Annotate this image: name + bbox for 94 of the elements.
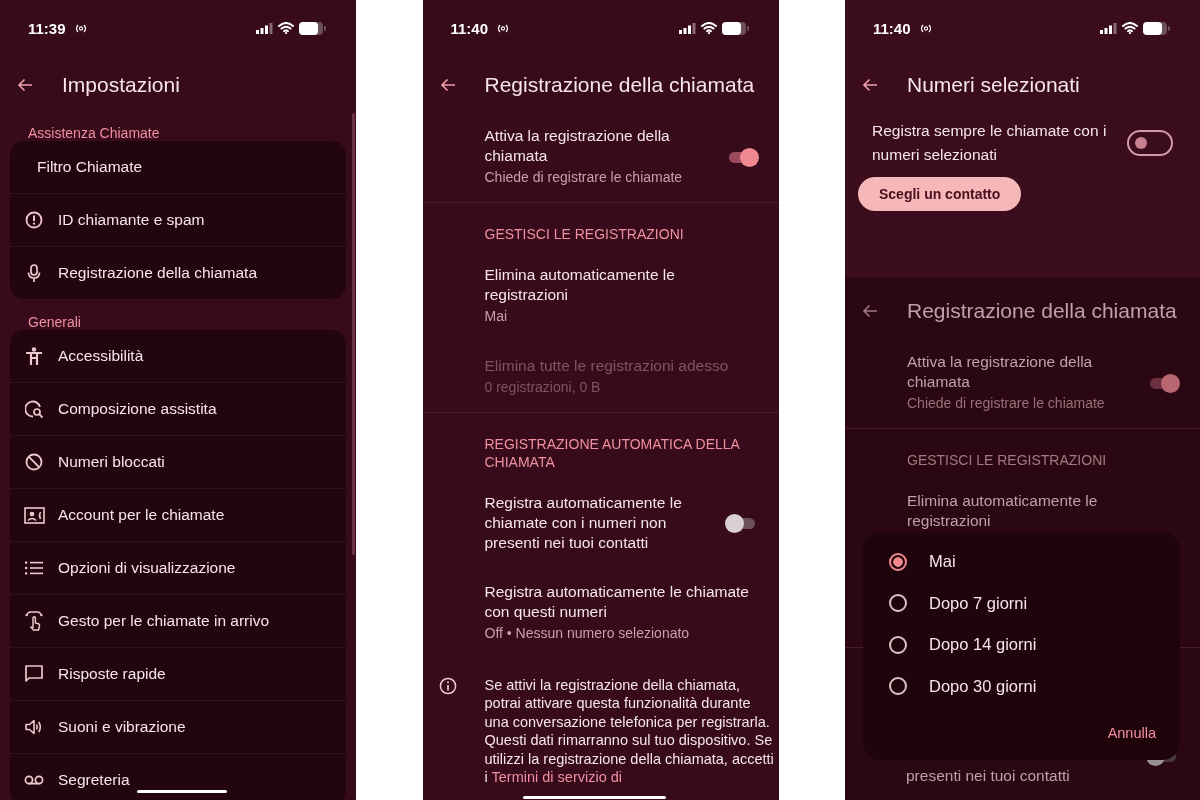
section-header: GESTISCI LE REGISTRAZIONI — [907, 451, 1108, 469]
screen-title: Registrazione della chiamata — [907, 299, 1177, 323]
option-label: Mai — [929, 552, 956, 572]
setting-subtitle: Chiede di registrare le chiamate — [907, 394, 1106, 413]
scrollbar[interactable] — [352, 113, 355, 555]
terms-link[interactable]: Termini di servizio di — [491, 769, 623, 786]
wifi-icon — [1122, 22, 1138, 34]
radio-button[interactable] — [889, 635, 907, 654]
voicemail-icon — [24, 775, 44, 785]
settings-item-label: Risposte rapide — [58, 665, 166, 683]
signal-icon — [678, 22, 696, 34]
radio-button[interactable] — [889, 677, 907, 696]
setting-subtitle: Off • Nessun numero selezionato — [484, 624, 691, 643]
battery-icon — [1143, 21, 1170, 35]
radio-option[interactable]: Dopo 14 giorni — [863, 624, 1180, 666]
toggle-switch[interactable] — [1127, 130, 1173, 156]
settings-item[interactable]: Composizione assistita — [10, 382, 346, 435]
battery-icon — [299, 21, 326, 35]
settings-item-label: ID chiamante e spam — [58, 211, 205, 229]
setting-title[interactable]: Registra automaticamente le chiamate con questi numeri — [484, 582, 761, 622]
setting-title[interactable]: Attiva la registrazione della chiamata — [484, 126, 713, 166]
wifi-icon — [700, 22, 717, 34]
settings-item-label: Suoni e vibrazione — [58, 718, 186, 736]
option-label: Dopo 30 giorni — [929, 676, 1037, 696]
broadcast-icon — [74, 23, 87, 33]
status-time: 11:40 — [450, 19, 489, 37]
settings-item[interactable]: Gesto per le chiamate in arrivo — [10, 594, 346, 647]
cancel-button[interactable]: Annulla — [1103, 721, 1160, 745]
settings-item[interactable]: Registrazione della chiamata — [10, 246, 346, 299]
setting-title[interactable]: Attiva la registrazione della chiamata — [907, 352, 1134, 392]
globe-search-icon — [24, 399, 44, 419]
list-icon — [25, 561, 43, 575]
settings-item[interactable]: ID chiamante e spam — [10, 193, 346, 246]
setting-subtitle: Chiede di registrare le chiamate — [484, 168, 684, 187]
back-arrow-icon[interactable] — [862, 304, 878, 318]
settings-item[interactable]: Opzioni di visualizzazione — [10, 541, 346, 594]
battery-icon — [721, 21, 749, 35]
signal-icon — [256, 22, 273, 34]
group-header: Assistenza Chiamate — [27, 124, 161, 141]
radio-option[interactable]: Dopo 30 giorni — [863, 665, 1180, 707]
option-label: Dopo 7 giorni — [929, 593, 1028, 613]
signal-icon — [1100, 22, 1117, 34]
settings-item-label: Opzioni di visualizzazione — [58, 559, 236, 577]
accessibility-icon — [25, 346, 43, 366]
radio-option[interactable]: Dopo 7 giorni — [863, 582, 1180, 624]
status-time: 11:40 — [873, 19, 911, 37]
setting-subtitle: 0 registrazioni, 0 B — [484, 378, 602, 397]
back-arrow-icon[interactable] — [17, 78, 33, 92]
radio-button[interactable] — [889, 594, 907, 613]
screen-title: Numeri selezionati — [907, 73, 1080, 97]
radio-option[interactable]: Mai — [863, 541, 1180, 583]
section-header: GESTISCI LE REGISTRAZIONI — [484, 225, 685, 243]
contact-card-icon — [23, 506, 45, 524]
settings-item[interactable]: Accessibilità — [10, 330, 346, 382]
microphone-icon — [27, 263, 41, 283]
touch-gesture-icon — [25, 611, 43, 631]
setting-title: presenti nei tuoi contatti — [906, 766, 1071, 786]
settings-item-label: Account per le chiamate — [58, 506, 225, 524]
setting-title[interactable]: Elimina automaticamente le registrazioni — [907, 491, 1182, 531]
settings-item[interactable]: Filtro Chiamate — [10, 141, 346, 193]
screen-title: Impostazioni — [62, 73, 180, 97]
settings-item-label: Gesto per le chiamate in arrivo — [58, 612, 270, 630]
back-arrow-icon[interactable] — [439, 78, 456, 92]
setting-title[interactable]: Registra automaticamente le chiamate con i numeri non presenti nei tuoi contatti — [484, 493, 713, 553]
settings-item-label: Filtro Chiamate — [37, 158, 143, 176]
setting-title: Registra sempre le chiamate con i numeri selezionati — [872, 121, 1108, 165]
setting-subtitle: Mai — [484, 307, 509, 326]
back-arrow-icon[interactable] — [862, 78, 878, 92]
block-icon — [25, 453, 43, 471]
info-text: Se attivi la registrazione della chiamata, potrai attivare questa funzionalità durante una conversazione telefonica per registrarla. Questi dati rimarranno sul tuo dispositivo. Se utilizzi la registrazione della chiamata, accetti i Termini di servizio di — [484, 676, 775, 787]
wifi-icon — [278, 22, 294, 34]
broadcast-icon — [497, 23, 510, 33]
settings-item-label: Numeri bloccati — [58, 453, 165, 471]
settings-item-label: Accessibilità — [58, 347, 144, 365]
broadcast-icon — [919, 23, 932, 33]
settings-item-label: Segreteria — [58, 771, 130, 789]
settings-item-label: Registrazione della chiamata — [58, 264, 258, 282]
settings-item-label: Composizione assistita — [58, 400, 217, 418]
status-time: 11:39 — [28, 19, 66, 37]
settings-item[interactable]: Suoni e vibrazione — [10, 700, 346, 753]
alert-icon — [25, 211, 43, 229]
screen-title: Registrazione della chiamata — [484, 73, 755, 97]
info-icon — [438, 677, 457, 695]
option-label: Dopo 14 giorni — [929, 635, 1037, 655]
group-header: Generali — [27, 313, 82, 330]
settings-item[interactable]: Account per le chiamate — [10, 488, 346, 541]
section-header: REGISTRAZIONE AUTOMATICA DELLA CHIAMATA — [484, 435, 741, 471]
choose-contact-button[interactable]: Scegli un contatto — [858, 177, 1022, 211]
volume-icon — [25, 719, 43, 735]
radio-button[interactable] — [889, 552, 907, 571]
message-icon — [25, 665, 43, 683]
setting-title[interactable]: Elimina automaticamente le registrazioni — [484, 265, 761, 305]
settings-item[interactable]: Numeri bloccati — [10, 435, 346, 488]
settings-item[interactable]: Risposte rapide — [10, 647, 346, 700]
